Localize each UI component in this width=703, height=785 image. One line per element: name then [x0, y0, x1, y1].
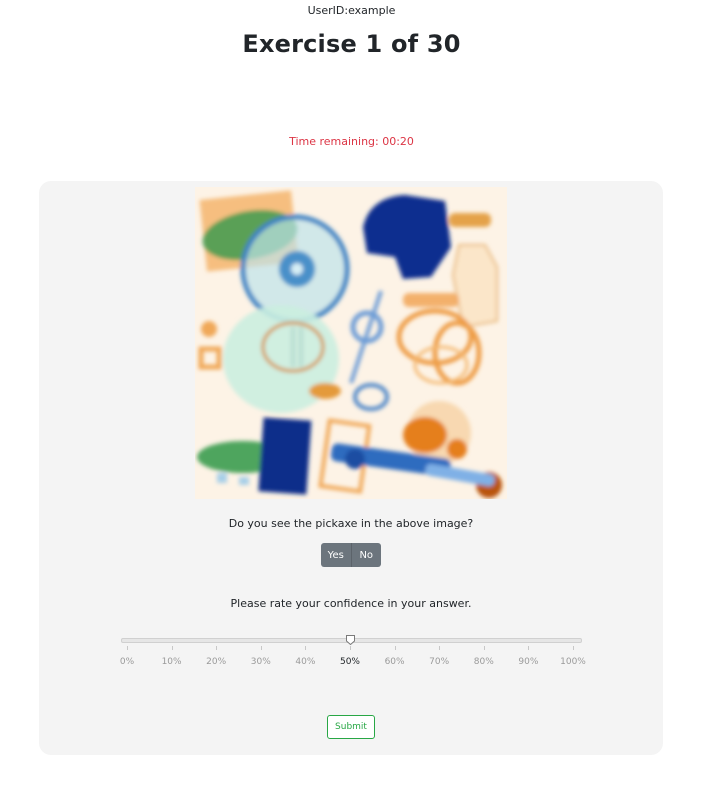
- yes-button[interactable]: Yes: [321, 543, 351, 567]
- confidence-tick-label: 20%: [206, 657, 227, 667]
- confidence-tick: [260, 646, 262, 650]
- confidence-tick: [439, 646, 441, 650]
- no-button[interactable]: No: [350, 543, 381, 567]
- confidence-tick: [216, 646, 218, 650]
- confidence-tick: [528, 646, 530, 650]
- confidence-tick-label: 100%: [560, 657, 586, 667]
- confidence-tick-label: 0%: [119, 657, 135, 667]
- confidence-tick: [483, 646, 485, 650]
- confidence-tick-label: 80%: [473, 657, 494, 667]
- page-title: Exercise 1 of 30: [242, 30, 461, 58]
- confidence-tick: [350, 646, 351, 650]
- submit-button[interactable]: Submit: [327, 715, 375, 739]
- question-text: Do you see the pickaxe in the above imag…: [228, 517, 474, 530]
- confidence-tick: [573, 646, 574, 650]
- confidence-tick: [127, 646, 128, 650]
- confidence-slider-thumb[interactable]: [345, 635, 355, 645]
- confidence-tick: [171, 646, 173, 650]
- xray-image: [195, 187, 507, 499]
- confidence-tick-label: 30%: [250, 657, 271, 667]
- time-remaining: Time remaining: 00:20: [289, 135, 414, 148]
- exercise-card: Do you see the pickaxe in the above imag…: [39, 181, 663, 755]
- confidence-tick-label: 90%: [518, 657, 539, 667]
- confidence-tick-label: 70%: [429, 657, 450, 667]
- confidence-tick-label: 50%: [339, 657, 360, 667]
- answer-button-group: Yes No: [321, 543, 381, 567]
- confidence-tick-label: 40%: [295, 657, 316, 667]
- confidence-tick: [305, 646, 307, 650]
- confidence-tick-label: 10%: [161, 657, 182, 667]
- confidence-tick-label: 60%: [384, 657, 405, 667]
- confidence-prompt: Please rate your confidence in your answ…: [230, 597, 472, 610]
- confidence-tick: [394, 646, 396, 650]
- user-id: UserID:example: [307, 4, 396, 17]
